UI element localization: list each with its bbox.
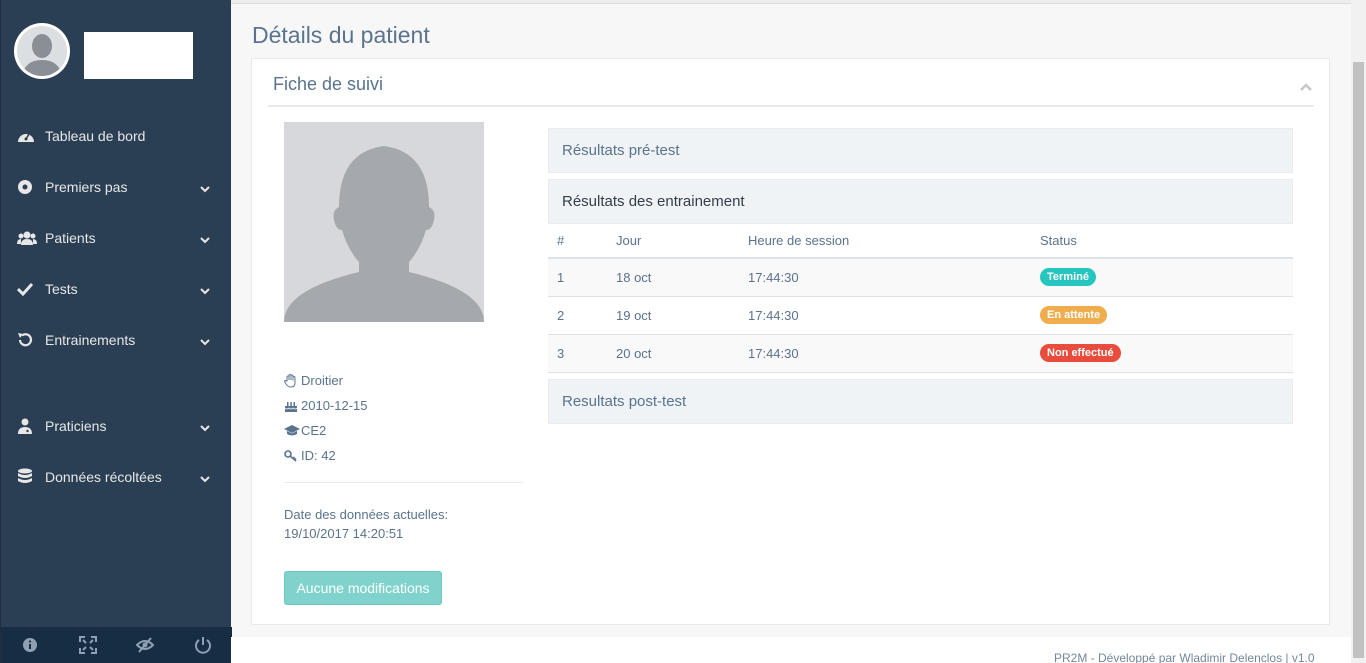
status-badge: En attente — [1040, 306, 1108, 324]
status-badge: Non effectué — [1040, 344, 1121, 362]
power-icon[interactable] — [175, 627, 232, 663]
sidebar-item-label: Données récoltées — [45, 468, 162, 485]
sidebar-item-praticiens[interactable]: Praticiens — [1, 400, 232, 451]
footer-credit: PR2M - Développé par Wladimir Delenclos … — [1054, 651, 1315, 663]
sidebar-item-label: Premiers pas — [45, 178, 128, 195]
table-header-row: # Jour Heure de session Status — [548, 223, 1293, 259]
info-icon[interactable] — [1, 627, 58, 663]
dashboard-icon — [17, 127, 39, 145]
sidebar-item-label: Patients — [45, 229, 96, 246]
chevron-down-icon[interactable] — [200, 333, 210, 349]
row-time: 17:44:30 — [739, 296, 1031, 335]
sidebar-item-label: Tests — [45, 280, 78, 297]
chevron-down-icon[interactable] — [200, 180, 210, 196]
user-md-icon — [17, 417, 39, 435]
sidebar-item-premiers-pas[interactable]: Premiers pas — [1, 161, 232, 212]
row-num: 1 — [548, 258, 607, 297]
training-results-table: # Jour Heure de session Status 1 18 oct … — [548, 223, 1293, 373]
sidebar-item-label: Praticiens — [45, 417, 107, 434]
chevron-down-icon[interactable] — [200, 470, 210, 486]
panel-title: Fiche de suivi — [273, 74, 384, 94]
row-num: 2 — [548, 296, 607, 335]
divider — [268, 105, 1314, 107]
profile-avatar[interactable] — [14, 23, 70, 79]
handedness-value: Droitier — [301, 373, 343, 388]
row-time: 17:44:30 — [739, 258, 1031, 297]
page-scrollbar[interactable] — [1351, 0, 1366, 663]
hand-icon — [284, 373, 300, 388]
training-results-header[interactable]: Résultats des entrainement — [548, 179, 1293, 224]
chevron-up-icon[interactable] — [1299, 79, 1313, 97]
graduation-cap-icon — [284, 424, 300, 437]
user-name-placeholder — [84, 32, 193, 79]
row-day: 20 oct — [607, 334, 739, 373]
birthday-cake-icon — [284, 399, 300, 413]
sidebar-item-label: Entrainements — [45, 331, 136, 348]
row-time: 17:44:30 — [739, 334, 1031, 373]
handedness-row: Droitier — [284, 368, 368, 393]
row-day: 19 oct — [607, 296, 739, 335]
sidebar-item-patients[interactable]: Patients — [1, 212, 232, 263]
column-header-status: Status — [1031, 223, 1293, 259]
divider — [284, 482, 523, 483]
grade-value: CE2 — [301, 423, 327, 438]
sidebar: Tableau de bord Premiers pas Patients Te… — [0, 0, 232, 663]
database-icon — [17, 468, 39, 486]
scrollbar-thumb[interactable] — [1353, 62, 1364, 658]
patient-info: Droitier 2010-12-15 CE2 ID: 42 — [284, 368, 368, 468]
sidebar-item-entrainements[interactable]: Entrainements — [1, 314, 232, 365]
follow-up-panel: Fiche de suivi Droitier 2010-12-15 CE2 I… — [251, 58, 1330, 625]
patient-avatar — [284, 122, 484, 322]
eye-slash-icon[interactable] — [117, 627, 174, 663]
table-row[interactable]: 2 19 oct 17:44:30 En attente — [548, 296, 1293, 335]
column-header-session-time: Heure de session — [739, 223, 1031, 259]
undo-icon — [17, 331, 39, 349]
table-row[interactable]: 1 18 oct 17:44:30 Terminé — [548, 258, 1293, 297]
users-icon — [17, 229, 39, 247]
no-modifications-button[interactable]: Aucune modifications — [284, 571, 442, 605]
post-test-results-header[interactable]: Resultats post-test — [548, 379, 1293, 424]
current-data-date: Date des données actuelles: 19/10/2017 1… — [284, 505, 448, 543]
check-icon — [17, 280, 39, 298]
birthdate-row: 2010-12-15 — [284, 393, 368, 418]
chevron-down-icon[interactable] — [200, 282, 210, 298]
status-badge: Terminé — [1040, 268, 1096, 287]
sidebar-item-tests[interactable]: Tests — [1, 263, 232, 314]
chevron-down-icon[interactable] — [200, 419, 210, 435]
sidebar-item-tableau-de-bord[interactable]: Tableau de bord — [1, 110, 232, 161]
patient-id-value: ID: 42 — [301, 448, 336, 463]
sidebar-footer — [1, 627, 232, 663]
sidebar-menu: Tableau de bord Premiers pas Patients Te… — [1, 110, 232, 502]
column-header-num: # — [548, 223, 607, 259]
row-num: 3 — [548, 334, 607, 373]
top-nav — [231, 0, 1351, 4]
grade-row: CE2 — [284, 418, 368, 443]
column-header-day: Jour — [607, 223, 739, 259]
page-title: Détails du patient — [252, 22, 430, 48]
compass-icon — [17, 178, 39, 196]
birthdate-value: 2010-12-15 — [301, 398, 368, 413]
fullscreen-icon[interactable] — [59, 627, 116, 663]
pre-test-results-header[interactable]: Résultats pré-test — [548, 128, 1293, 173]
chevron-down-icon[interactable] — [200, 231, 210, 247]
date-label: Date des données actuelles: — [284, 507, 449, 522]
table-row[interactable]: 3 20 oct 17:44:30 Non effectué — [548, 334, 1293, 373]
sidebar-item-donnees-recoltees[interactable]: Données récoltées — [1, 451, 232, 502]
sidebar-item-label: Tableau de bord — [45, 127, 146, 144]
key-icon — [284, 449, 300, 462]
date-value: 19/10/2017 14:20:51 — [284, 526, 404, 541]
row-day: 18 oct — [607, 258, 739, 297]
id-row: ID: 42 — [284, 443, 368, 468]
